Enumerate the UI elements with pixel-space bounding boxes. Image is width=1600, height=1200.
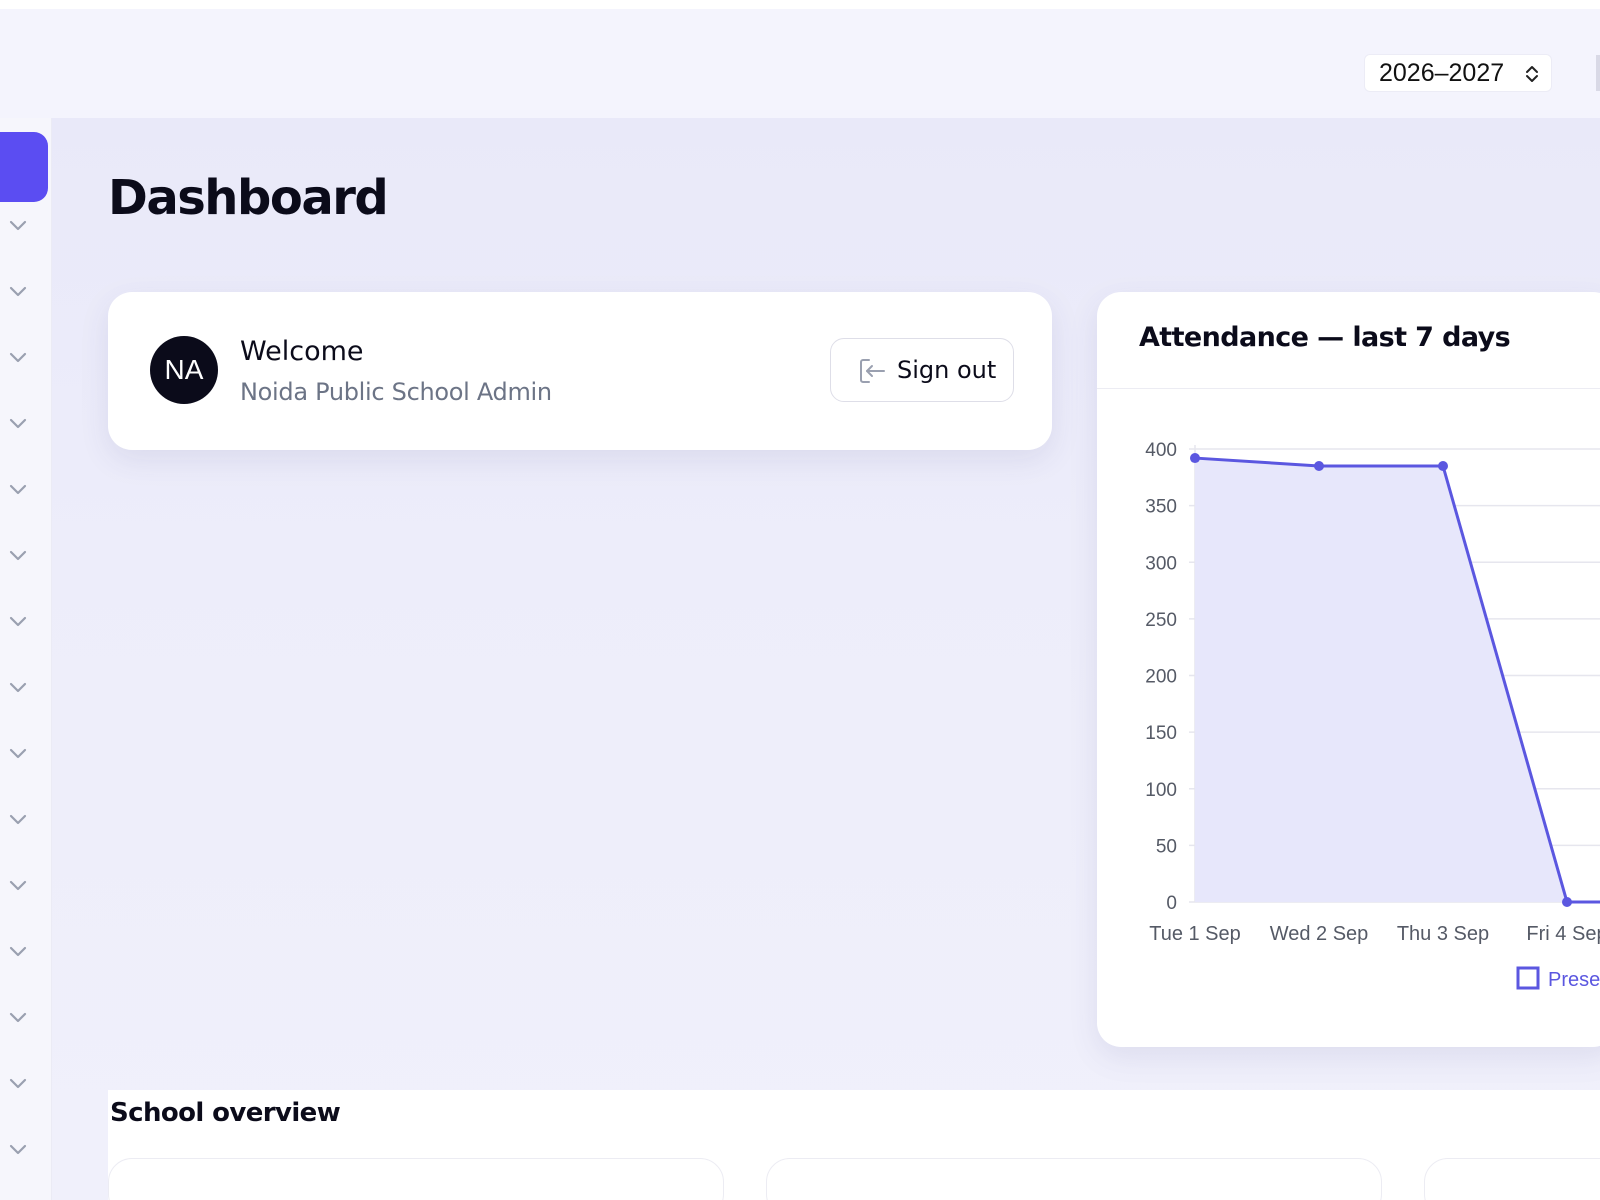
y-tick-label: 250 (1145, 610, 1177, 631)
chevron-down-icon[interactable] (7, 676, 29, 698)
x-tick-label: Thu 3 Sep (1397, 923, 1489, 945)
chevron-down-icon[interactable] (7, 940, 29, 962)
school-overview-panel: School overview (108, 1090, 1600, 1200)
chevron-down-icon[interactable] (7, 478, 29, 500)
sidebar (0, 118, 52, 1200)
page-title: Dashboard (108, 170, 389, 226)
chevron-down-icon[interactable] (7, 280, 29, 302)
header-edge-control (1596, 55, 1600, 91)
chevron-down-icon[interactable] (7, 874, 29, 896)
sidebar-active-item[interactable] (0, 132, 48, 202)
data-point (1438, 460, 1448, 471)
avatar: NA (150, 336, 218, 404)
chevron-down-icon[interactable] (7, 544, 29, 566)
y-tick-label: 300 (1145, 553, 1177, 574)
y-tick-label: 400 (1145, 440, 1177, 461)
y-tick-label: 50 (1156, 836, 1177, 857)
data-point (1190, 453, 1200, 464)
sign-out-label: Sign out (897, 356, 997, 384)
welcome-subtitle: Noida Public School Admin (240, 378, 552, 406)
legend-swatch-present (1516, 966, 1540, 990)
chevron-down-icon[interactable] (7, 1006, 29, 1028)
welcome-title: Welcome (240, 336, 364, 367)
x-tick-label: Wed 2 Sep (1270, 923, 1369, 945)
chevron-down-icon[interactable] (7, 610, 29, 632)
data-point (1562, 897, 1572, 907)
x-tick-label: Tue 1 Sep (1149, 923, 1241, 945)
y-tick-label: 350 (1145, 497, 1177, 518)
y-tick-label: 150 (1145, 723, 1177, 744)
attendance-chart-card: Attendance — last 7 days 0 50 100 150 200 250… (1097, 292, 1600, 1047)
series-area-present (1195, 458, 1600, 902)
chevron-down-icon[interactable] (7, 808, 29, 830)
chevron-down-icon[interactable] (7, 412, 29, 434)
legend-label-present: Prese (1548, 969, 1600, 991)
y-tick-label: 100 (1145, 780, 1177, 801)
chevron-down-icon[interactable] (7, 214, 29, 236)
overview-card-3 (1424, 1158, 1600, 1200)
chevron-down-icon[interactable] (7, 346, 29, 368)
overview-card-1 (108, 1158, 724, 1200)
academic-year-value: 2026–2027 (1379, 58, 1505, 87)
top-header: 2026–2027 (0, 9, 1600, 118)
y-tick-label: 0 (1166, 893, 1177, 914)
overview-card-2 (766, 1158, 1382, 1200)
academic-year-select[interactable]: 2026–2027 (1364, 54, 1552, 92)
welcome-card: NA Welcome Noida Public School Admin Sig… (108, 292, 1052, 450)
chevron-down-icon[interactable] (7, 742, 29, 764)
data-point (1314, 460, 1324, 471)
chevron-down-icon[interactable] (7, 1072, 29, 1094)
top-strip (0, 0, 1600, 9)
y-tick-label: 200 (1145, 667, 1177, 688)
sign-out-button[interactable]: Sign out (830, 338, 1014, 402)
attendance-chart: 0 50 100 150 200 250 300 350 400 Tue 1 Sep Wed 2 S… (1145, 440, 1600, 991)
chevron-down-icon[interactable] (7, 1138, 29, 1160)
school-overview-title: School overview (110, 1098, 341, 1128)
sign-out-icon (860, 359, 885, 383)
updown-chevron-icon (1526, 66, 1538, 82)
x-tick-label: Fri 4 Sep (1526, 923, 1600, 945)
